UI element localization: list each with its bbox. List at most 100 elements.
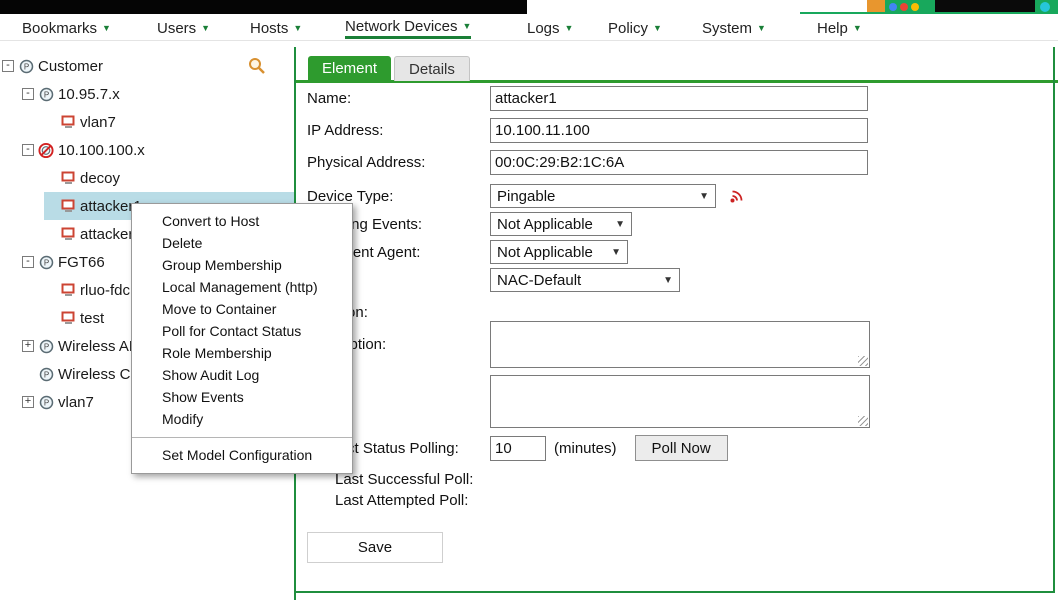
ctx-local-management[interactable]: Local Management (http) bbox=[132, 276, 352, 298]
ctx-show-events[interactable]: Show Events bbox=[132, 386, 352, 408]
tree-node-label: test bbox=[80, 310, 104, 327]
device-icon bbox=[60, 114, 76, 130]
form-row-incoming-events: Incoming Events: Not Applicable ▼ bbox=[307, 211, 632, 237]
device-icon bbox=[60, 198, 76, 214]
agent-select[interactable]: Not Applicable ▼ bbox=[490, 240, 628, 264]
tree-node-decoy[interactable]: decoy bbox=[0, 164, 294, 192]
ctx-move-to-container[interactable]: Move to Container bbox=[132, 298, 352, 320]
form-row-role: NAC-Default ▼ bbox=[307, 267, 680, 293]
polling-unit-label: (minutes) bbox=[554, 440, 617, 457]
chevron-down-icon: ▼ bbox=[293, 23, 302, 33]
form-row-description: Description: bbox=[307, 321, 870, 368]
name-input[interactable] bbox=[490, 86, 868, 111]
role-select[interactable]: NAC-Default ▼ bbox=[490, 268, 680, 292]
tree-expander[interactable]: - bbox=[22, 256, 34, 268]
menu-network-devices[interactable]: Network Devices ▼ bbox=[345, 17, 471, 39]
ctx-group-membership[interactable]: Group Membership bbox=[132, 254, 352, 276]
name-label: Name: bbox=[307, 90, 490, 107]
ctx-show-audit-log[interactable]: Show Audit Log bbox=[132, 364, 352, 386]
agent-value: Not Applicable bbox=[497, 244, 593, 261]
tree-expander[interactable]: - bbox=[2, 60, 14, 72]
panel-bottom-rule bbox=[296, 591, 1055, 593]
tree-expander[interactable]: + bbox=[22, 340, 34, 352]
form-row-agent: Persistent Agent: Not Applicable ▼ bbox=[307, 239, 628, 265]
ip-address-input[interactable] bbox=[490, 118, 868, 143]
svg-text:P: P bbox=[23, 62, 28, 71]
device-icon bbox=[60, 170, 76, 186]
tab-element[interactable]: Element bbox=[308, 56, 391, 81]
last-attempted-poll-label: Last Attempted Poll: bbox=[335, 492, 468, 509]
tree-context-menu: Convert to Host Delete Group Membership … bbox=[131, 203, 353, 474]
tree-node-10-95-7-x[interactable]: - P 10.95.7.x bbox=[0, 80, 294, 108]
panel-tabs: Element Details bbox=[308, 56, 470, 81]
chevron-down-icon: ▼ bbox=[201, 23, 210, 33]
chevron-down-icon: ▼ bbox=[463, 21, 472, 31]
form-row-notes bbox=[307, 375, 870, 428]
chrome-dot-red bbox=[900, 3, 908, 11]
menu-label: Help bbox=[817, 20, 848, 37]
chevron-down-icon: ▼ bbox=[611, 247, 621, 258]
form-row-device-type: Device Type: Pingable ▼ bbox=[307, 183, 746, 209]
ctx-poll-for-contact-status[interactable]: Poll for Contact Status bbox=[132, 320, 352, 342]
menu-policy[interactable]: Policy▼ bbox=[608, 17, 662, 39]
ctx-delete[interactable]: Delete bbox=[132, 232, 352, 254]
poll-now-button[interactable]: Poll Now bbox=[635, 435, 728, 461]
panel-right-rule bbox=[1053, 47, 1055, 593]
incoming-events-select[interactable]: Not Applicable ▼ bbox=[490, 212, 632, 236]
menu-hosts[interactable]: Hosts▼ bbox=[250, 17, 302, 39]
container-icon: P bbox=[38, 366, 54, 382]
form-row-last-attempted: Last Attempted Poll: bbox=[335, 487, 468, 513]
tree-node-label: vlan7 bbox=[58, 394, 94, 411]
main-menubar: Bookmarks ▼ Users▼ Hosts▼ Network Devices… bbox=[0, 14, 1058, 41]
tree-expander[interactable]: - bbox=[22, 144, 34, 156]
chevron-down-icon: ▼ bbox=[102, 23, 111, 33]
ip-address-label: IP Address: bbox=[307, 122, 490, 139]
menu-label: Logs bbox=[527, 20, 560, 37]
tree-node-10-100-100-x[interactable]: - 10.100.100.x bbox=[0, 136, 294, 164]
form-row-polling: Contact Status Polling: (minutes) Poll N… bbox=[307, 435, 728, 461]
form-row-name: Name: bbox=[307, 85, 868, 111]
chevron-down-icon: ▼ bbox=[853, 23, 862, 33]
polling-interval-input[interactable] bbox=[490, 436, 546, 461]
chevron-down-icon: ▼ bbox=[653, 23, 662, 33]
tab-details[interactable]: Details bbox=[394, 56, 470, 81]
ctx-convert-to-host[interactable]: Convert to Host bbox=[132, 210, 352, 232]
save-button[interactable]: Save bbox=[307, 532, 443, 563]
menu-label: Network Devices bbox=[345, 18, 458, 35]
notes-textarea[interactable] bbox=[490, 375, 870, 428]
tree-expander[interactable]: - bbox=[22, 88, 34, 100]
description-textarea[interactable] bbox=[490, 321, 870, 368]
incoming-events-value: Not Applicable bbox=[497, 216, 593, 233]
container-icon: P bbox=[38, 254, 54, 270]
tree-node-label: Wireless Co bbox=[58, 366, 139, 383]
chevron-down-icon: ▼ bbox=[663, 275, 673, 286]
ctx-modify[interactable]: Modify bbox=[132, 408, 352, 430]
physical-address-input[interactable] bbox=[490, 150, 868, 175]
form-row-mac: Physical Address: bbox=[307, 149, 868, 175]
role-value: NAC-Default bbox=[497, 272, 581, 289]
menu-logs[interactable]: Logs ▼ bbox=[527, 17, 573, 39]
tree-node-label: Customer bbox=[38, 58, 103, 75]
tree-node-label: decoy bbox=[80, 170, 120, 187]
chrome-teal-circle-icon bbox=[1040, 2, 1050, 12]
ctx-set-model-configuration[interactable]: Set Model Configuration bbox=[132, 443, 352, 467]
menu-users[interactable]: Users▼ bbox=[157, 17, 210, 39]
menu-bookmarks[interactable]: Bookmarks ▼ bbox=[22, 17, 111, 39]
menu-system[interactable]: System ▼ bbox=[702, 17, 766, 39]
tree-expander[interactable]: + bbox=[22, 396, 34, 408]
ctx-role-membership[interactable]: Role Membership bbox=[132, 342, 352, 364]
chevron-down-icon: ▼ bbox=[757, 23, 766, 33]
chevron-down-icon: ▼ bbox=[565, 23, 574, 33]
tree-node-label: FGT66 bbox=[58, 254, 105, 271]
contact-status-signal-icon bbox=[728, 188, 746, 204]
menu-label: Bookmarks bbox=[22, 20, 97, 37]
container-icon: P bbox=[38, 86, 54, 102]
menu-label: System bbox=[702, 20, 752, 37]
device-type-label: Device Type: bbox=[307, 188, 490, 205]
menu-help[interactable]: Help ▼ bbox=[817, 17, 862, 39]
tree-node-label: vlan7 bbox=[80, 114, 116, 131]
tree-search-icon[interactable] bbox=[248, 57, 266, 75]
tree-node-vlan7[interactable]: vlan7 bbox=[0, 108, 294, 136]
svg-text:P: P bbox=[43, 342, 48, 351]
device-type-select[interactable]: Pingable ▼ bbox=[490, 184, 716, 208]
